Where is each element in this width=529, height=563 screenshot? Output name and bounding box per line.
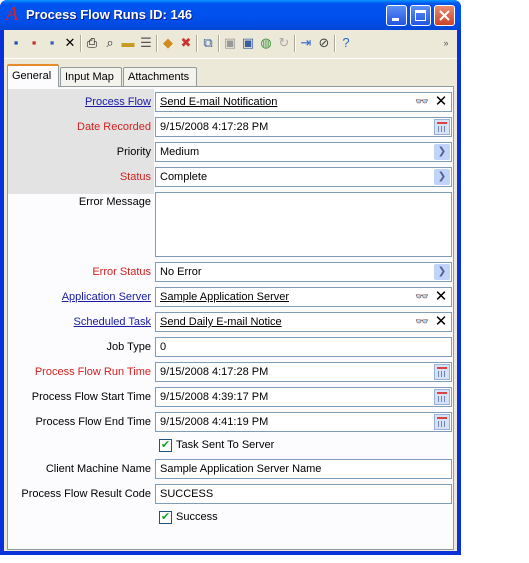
list-icon[interactable]: ☰ [138,35,154,51]
status-label: Status [119,171,151,183]
job-type-input[interactable]: 0 [155,337,452,357]
priority-select[interactable]: Medium ❯ [155,142,452,162]
application-server-value: Sample Application Server [160,291,290,303]
link-icon[interactable]: ⇥ [298,35,314,51]
find-icon[interactable]: ⌕ [102,35,118,51]
end-time-value: 9/15/2008 4:41:19 PM [160,416,269,428]
calendar-icon[interactable] [434,364,450,380]
save-icon[interactable]: ▪ [8,35,24,51]
priority-value: Medium [160,146,200,158]
start-time-field[interactable]: 9/15/2008 4:39:17 PM [155,387,452,407]
calendar-icon[interactable] [434,389,450,405]
date-recorded-field[interactable]: 9/15/2008 4:17:28 PM [155,117,452,137]
export-icon[interactable]: ✖ [178,35,194,51]
toolbar-separator [80,35,82,52]
refresh-icon[interactable]: ↻ [276,35,292,51]
binoculars-icon[interactable]: 👓 [414,94,430,110]
toolbar-overflow-icon[interactable]: » [441,35,451,51]
window-title: Process Flow Runs ID: 146 [26,7,193,22]
toolbar-separator [196,35,198,52]
chevron-down-icon[interactable]: ❯ [434,169,450,185]
client-machine-label: Client Machine Name [45,463,151,475]
minimize-icon [392,18,399,21]
maximize-icon [415,10,426,21]
task-sent-label[interactable]: Task Sent To Server [176,438,274,452]
process-flow-value: Send E-mail Notification [160,96,278,108]
scheduled-task-value: Send Daily E-mail Notice [160,316,282,328]
help-icon[interactable]: ? [338,35,354,51]
copy-icon[interactable]: ⧉ [200,35,216,51]
status-value: Complete [160,171,208,183]
scheduled-task-field[interactable]: Send Daily E-mail Notice 👓 ✕ [155,312,452,332]
error-status-select[interactable]: No Error ❯ [155,262,452,282]
calendar-icon[interactable] [434,414,450,430]
result-code-input[interactable]: SUCCESS [155,484,452,504]
date-recorded-label: Date Recorded [77,121,151,133]
status-select[interactable]: Complete ❯ [155,167,452,187]
error-message-textarea[interactable] [155,192,452,257]
close-button[interactable] [434,5,455,26]
start-time-label: Process Flow Start Time [31,391,151,403]
run-time-value: 9/15/2008 4:17:28 PM [160,366,269,378]
application-server-label[interactable]: Application Server [62,287,151,307]
scheduled-task-label[interactable]: Scheduled Task [74,312,151,332]
priority-label: Priority [116,146,151,158]
chevron-down-icon[interactable]: ❯ [434,144,450,160]
run-time-field[interactable]: 9/15/2008 4:17:28 PM [155,362,452,382]
delete-icon[interactable]: ✕ [62,35,78,51]
print-icon[interactable]: ⎙ [84,35,100,51]
end-time-field[interactable]: 9/15/2008 4:41:19 PM [155,412,452,432]
error-message-label: Error Message [78,196,151,208]
window-content: ▪ ▪ ▪ ✕ ⎙ ⌕ ▬ ☰ ◆ ✖ ⧉ ▣ ▣ ◍ ↻ ⇥ ⊘ ? » Ge… [4,30,457,551]
toolbar: ▪ ▪ ▪ ✕ ⎙ ⌕ ▬ ☰ ◆ ✖ ⧉ ▣ ▣ ◍ ↻ ⇥ ⊘ ? » [4,30,457,59]
close-icon [439,10,450,21]
app-logo-icon: A [6,3,19,25]
client-machine-input[interactable]: Sample Application Server Name [155,459,452,479]
toolbar-separator [218,35,220,52]
toolbar-separator [334,35,336,52]
attach-icon[interactable]: ⊘ [316,35,332,51]
application-server-field[interactable]: Sample Application Server 👓 ✕ [155,287,452,307]
clear-icon[interactable]: ✕ [433,313,449,331]
task-sent-checkbox[interactable]: ✔ [159,439,172,452]
process-flow-field[interactable]: Send E-mail Notification 👓 ✕ [155,92,452,112]
globe-icon[interactable]: ◍ [258,35,274,51]
clear-icon[interactable]: ✕ [433,93,449,111]
binoculars-icon[interactable]: 👓 [414,314,430,330]
job-type-label: Job Type [106,341,151,353]
binoculars-icon[interactable]: 👓 [414,289,430,305]
chevron-down-icon[interactable]: ❯ [434,264,450,280]
window: A Process Flow Runs ID: 146 ▪ ▪ ▪ ✕ ⎙ ⌕ … [0,0,461,555]
date-recorded-value: 9/15/2008 4:17:28 PM [160,121,269,133]
save-close-icon[interactable]: ▪ [44,35,60,51]
error-status-value: No Error [160,266,202,278]
success-label[interactable]: Success [176,510,218,524]
paste-icon[interactable]: ▣ [222,35,238,51]
tab-attachments[interactable]: Attachments [123,67,197,86]
save-new-icon[interactable]: ▪ [26,35,42,51]
maximize-button[interactable] [410,5,431,26]
toolbar-separator [294,35,296,52]
title-bar[interactable]: A Process Flow Runs ID: 146 [0,0,461,30]
error-status-label: Error Status [92,266,151,278]
general-panel: Process Flow Send E-mail Notification 👓 … [7,86,454,550]
tab-strip: General Input Map Attachments [4,64,457,88]
open-folder-icon[interactable]: ▬ [120,35,136,51]
start-time-value: 9/15/2008 4:39:17 PM [160,391,269,403]
success-checkbox[interactable]: ✔ [159,511,172,524]
import-icon[interactable]: ◆ [160,35,176,51]
toolbar-separator [156,35,158,52]
process-flow-label[interactable]: Process Flow [85,92,151,112]
result-code-label: Process Flow Result Code [21,488,151,500]
minimize-button[interactable] [386,5,407,26]
run-time-label: Process Flow Run Time [34,366,151,378]
clear-icon[interactable]: ✕ [433,288,449,306]
tab-general[interactable]: General [7,64,59,87]
end-time-label: Process Flow End Time [35,416,151,428]
copy-record-icon[interactable]: ▣ [240,35,256,51]
tab-input-map[interactable]: Input Map [60,67,122,86]
calendar-icon[interactable] [434,119,450,135]
